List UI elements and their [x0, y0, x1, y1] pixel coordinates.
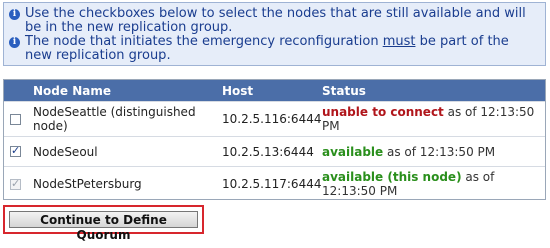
- node-status: available (this node) as of 12:13:50 PM: [322, 170, 545, 198]
- status-time: as of 12:13:50 PM: [383, 144, 496, 159]
- status-label: available: [322, 144, 384, 159]
- table-row: NodeStPetersburg 10.2.5.117:6444 availab…: [4, 166, 545, 201]
- table-row: NodeSeattle (distinguished node) 10.2.5.…: [4, 101, 545, 136]
- node-host: 10.2.5.13:6444: [222, 144, 314, 159]
- node-host: 10.2.5.117:6444: [222, 177, 322, 191]
- nodes-table: Node Name Host Status NodeSeattle (disti…: [3, 79, 546, 200]
- node-status: available as of 12:13:50 PM: [322, 145, 545, 159]
- continue-button-highlight: Continue to Define Quorum: [3, 205, 204, 242]
- table-row: NodeSeoul 10.2.5.13:6444 available as of…: [4, 136, 545, 166]
- status-label: available (this node): [322, 170, 462, 184]
- header-node-name: Node Name: [33, 83, 111, 98]
- info-text-2-pre: The node that initiates the emergency re…: [25, 34, 383, 49]
- node-checkbox[interactable]: [10, 144, 21, 157]
- info-row-1: i Use the checkboxes below to select the…: [8, 7, 539, 35]
- info-text-2-emphasis: must: [382, 34, 416, 49]
- info-text-2: The node that initiates the emergency re…: [25, 35, 539, 63]
- node-checkbox-disabled: [10, 177, 21, 190]
- node-status: unable to connect as of 12:13:50 PM: [322, 105, 545, 133]
- node-name: NodeSeoul: [33, 144, 98, 159]
- info-row-2: i The node that initiates the emergency …: [8, 35, 539, 63]
- info-text-1: Use the checkboxes below to select the n…: [25, 6, 526, 35]
- node-host: 10.2.5.116:6444: [222, 112, 322, 126]
- info-icon: i: [9, 37, 20, 48]
- node-name: NodeSeattle (distinguished node): [33, 105, 196, 133]
- continue-to-define-quorum-button[interactable]: Continue to Define Quorum: [9, 211, 198, 242]
- node-name: NodeStPetersburg: [33, 177, 142, 191]
- status-label: unable to connect: [322, 105, 444, 119]
- table-header: Node Name Host Status: [4, 80, 545, 101]
- header-host: Host: [222, 83, 254, 98]
- info-panel: i Use the checkboxes below to select the…: [3, 2, 546, 66]
- header-status: Status: [322, 83, 366, 98]
- node-checkbox[interactable]: [10, 113, 21, 125]
- info-icon: i: [9, 9, 20, 20]
